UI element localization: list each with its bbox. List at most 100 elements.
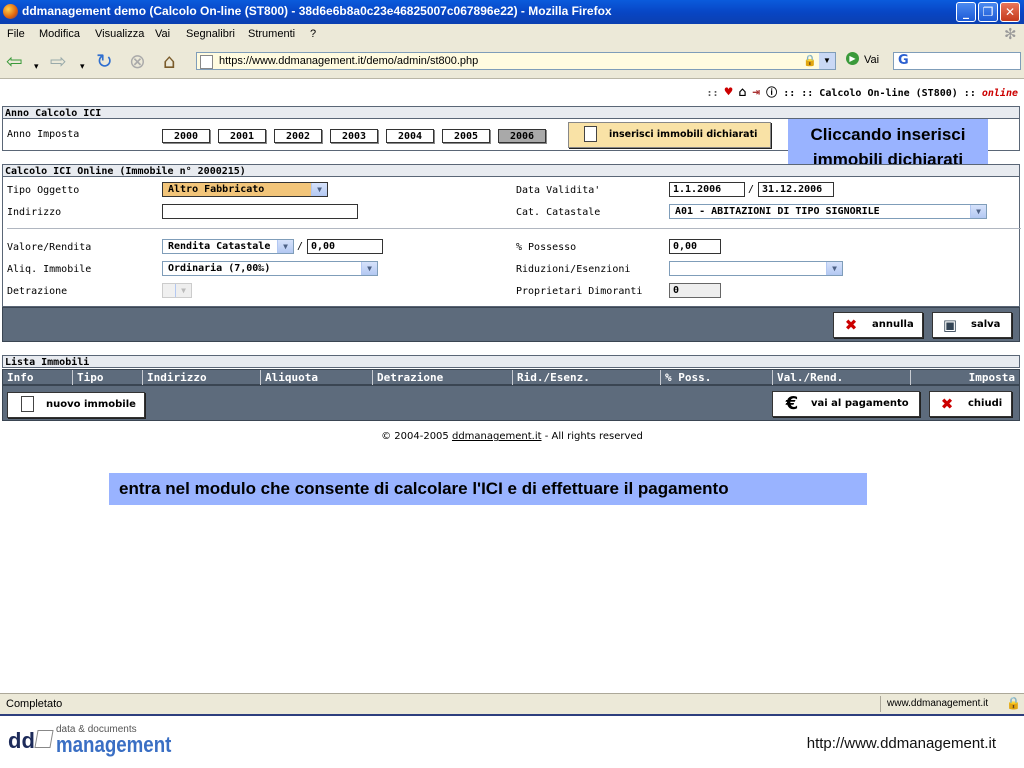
cancel-icon: ✖: [844, 316, 858, 334]
annulla-button[interactable]: ✖ annulla: [833, 312, 923, 338]
year-button-2003[interactable]: 2003: [330, 129, 378, 143]
col-valore[interactable]: Val./Rend.: [773, 370, 911, 385]
minimize-button[interactable]: _: [956, 2, 976, 22]
status-text: Completato: [6, 698, 63, 710]
pagamento-label: vai al pagamento: [811, 398, 909, 409]
go-icon[interactable]: ▶: [846, 52, 859, 65]
footer-url: http://www.ddmanagement.it: [806, 735, 996, 752]
insert-immobili-label: inserisci immobili dichiarati: [609, 129, 758, 140]
window-title: ddmanagement demo (Calcolo On-line (ST80…: [22, 4, 612, 18]
salva-label: salva: [971, 319, 1001, 330]
copyright-prefix: © 2004-2005: [381, 431, 449, 442]
search-box[interactable]: G: [893, 52, 1021, 70]
detrazione-select[interactable]: ▼: [162, 283, 192, 298]
document-icon: [18, 396, 36, 414]
url-bar[interactable]: https://www.ddmanagement.it/demo/admin/s…: [196, 52, 836, 70]
calcolo-section-header: Calcolo ICI Online (Immobile n° 2000215): [2, 164, 1020, 177]
help-icon[interactable]: ⓘ: [766, 86, 777, 99]
exit-icon[interactable]: ⇥: [752, 85, 760, 100]
logo-management: management: [56, 732, 172, 757]
year-button-2000[interactable]: 2000: [162, 129, 210, 143]
chevron-down-icon: ▼: [826, 262, 842, 275]
menu-modifica[interactable]: Modifica: [39, 28, 80, 40]
menu-visualizza[interactable]: Visualizza: [95, 28, 144, 40]
forward-icon[interactable]: ⇨: [50, 50, 67, 72]
lista-section-header: Lista Immobili: [2, 355, 1020, 368]
slide-footer: dd data & documents management http://ww…: [0, 714, 1024, 768]
home-icon[interactable]: ⌂: [163, 50, 176, 72]
stop-icon[interactable]: ⊗: [129, 50, 146, 72]
chevron-down-icon: ▼: [970, 205, 986, 218]
data-to-input[interactable]: 31.12.2006: [758, 182, 834, 197]
logo-dd: dd: [8, 728, 35, 753]
col-possesso[interactable]: % Poss.: [661, 370, 773, 385]
year-button-2004[interactable]: 2004: [386, 129, 434, 143]
cat-catastale-select[interactable]: A01 - ABITAZIONI DI TIPO SIGNORILE ▼: [669, 204, 987, 219]
chiudi-button[interactable]: ✖ chiudi: [929, 391, 1012, 417]
tipo-oggetto-label: Tipo Oggetto: [7, 185, 80, 196]
col-info[interactable]: Info: [3, 370, 73, 385]
menu-segnalibri[interactable]: Segnalibri: [186, 28, 235, 40]
tipo-oggetto-select[interactable]: Altro Fabbricato ▼: [162, 182, 328, 197]
anno-imposta-label: Anno Imposta: [7, 129, 80, 140]
forward-dropdown-icon[interactable]: ▾: [80, 56, 85, 78]
col-aliquota[interactable]: Aliquota: [261, 370, 373, 385]
nuovo-immobile-button[interactable]: nuovo immobile: [7, 392, 145, 418]
reload-icon[interactable]: ↻: [96, 50, 113, 72]
euro-icon: €: [785, 393, 799, 414]
menu-strumenti[interactable]: Strumenti: [248, 28, 295, 40]
back-dropdown-icon[interactable]: ▾: [34, 56, 39, 78]
valore-input[interactable]: 0,00: [307, 239, 383, 254]
data-separator: /: [748, 184, 755, 195]
year-button-2001[interactable]: 2001: [218, 129, 266, 143]
col-indirizzo[interactable]: Indirizzo: [143, 370, 261, 385]
menu-file[interactable]: File: [7, 28, 25, 40]
topbar-prefix: ::: [706, 88, 725, 99]
year-button-2006[interactable]: 2006: [498, 129, 546, 143]
anno-section-header: Anno Calcolo ICI: [2, 106, 1020, 119]
col-riduzioni[interactable]: Rid./Esenz.: [513, 370, 661, 385]
favorites-icon[interactable]: ♥: [725, 85, 733, 100]
go-button[interactable]: Vai: [864, 54, 879, 66]
copyright: © 2004-2005 ddmanagement.it - All rights…: [0, 431, 1024, 442]
salva-button[interactable]: ▣ salva: [932, 312, 1012, 338]
chevron-down-icon: ▼: [361, 262, 377, 275]
year-button-2005[interactable]: 2005: [442, 129, 490, 143]
copyright-link[interactable]: ddmanagement.it: [452, 431, 542, 442]
lock-icon: 🔒: [803, 55, 817, 67]
valore-type-select[interactable]: Rendita Catastale ▼: [162, 239, 294, 254]
status-domain: www.ddmanagement.it: [887, 698, 989, 709]
possesso-input[interactable]: 0,00: [669, 239, 721, 254]
indirizzo-input[interactable]: [162, 204, 358, 219]
chiudi-label: chiudi: [968, 398, 1003, 409]
year-button-2002[interactable]: 2002: [274, 129, 322, 143]
tipo-oggetto-value: Altro Fabbricato: [168, 184, 265, 195]
back-icon[interactable]: ⇦: [6, 50, 23, 72]
floppy-disk-icon: ▣: [942, 316, 958, 334]
menu-help[interactable]: ?: [310, 28, 316, 40]
url-dropdown-icon[interactable]: ▼: [819, 53, 835, 69]
google-icon: G: [898, 53, 909, 68]
bottom-callout: entra nel modulo che consente di calcola…: [109, 473, 867, 505]
insert-immobili-button[interactable]: inserisci immobili dichiarati: [568, 122, 771, 148]
aliq-select[interactable]: Ordinaria (7,00‰) ▼: [162, 261, 378, 276]
col-detrazione[interactable]: Detrazione: [373, 370, 513, 385]
home-link-icon[interactable]: ⌂: [738, 85, 746, 100]
col-imposta[interactable]: Imposta: [911, 370, 1019, 385]
close-icon: ✖: [940, 395, 954, 413]
pagamento-button[interactable]: € vai al pagamento: [772, 391, 920, 417]
chevron-down-icon: ▼: [175, 284, 191, 297]
riduzioni-select[interactable]: ▼: [669, 261, 843, 276]
online-status: online: [981, 88, 1018, 99]
page-icon: [200, 55, 213, 69]
maximize-button[interactable]: ❐: [978, 2, 998, 22]
document-icon: [581, 126, 599, 144]
copyright-suffix: - All rights reserved: [544, 431, 643, 442]
menu-vai[interactable]: Vai: [155, 28, 170, 40]
proprietari-input[interactable]: 0: [669, 283, 721, 298]
possesso-label: % Possesso: [516, 242, 577, 253]
col-tipo[interactable]: Tipo: [73, 370, 143, 385]
close-window-button[interactable]: ✕: [1000, 2, 1020, 22]
data-from-input[interactable]: 1.1.2006: [669, 182, 745, 197]
window-titlebar: ddmanagement demo (Calcolo On-line (ST80…: [0, 0, 1024, 24]
